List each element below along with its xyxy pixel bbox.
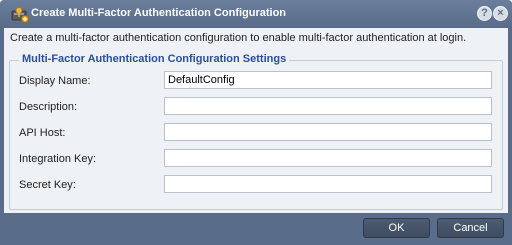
secret-key-input[interactable]: [164, 175, 492, 193]
key-config-icon: [11, 7, 29, 23]
help-button[interactable]: ?: [477, 6, 492, 21]
description-input[interactable]: [164, 97, 492, 115]
display-name-label: Display Name:: [19, 75, 91, 87]
settings-legend: Multi-Factor Authentication Configuratio…: [19, 53, 290, 65]
dialog-footer: OK Cancel: [0, 213, 512, 245]
display-name-input[interactable]: [164, 71, 492, 89]
integration-key-input[interactable]: [164, 149, 492, 167]
cancel-button[interactable]: Cancel: [437, 218, 504, 238]
description-label: Description:: [19, 101, 78, 113]
api-host-label: API Host:: [19, 127, 66, 139]
close-button[interactable]: ×: [493, 6, 508, 21]
secret-key-label: Secret Key:: [19, 179, 76, 191]
ok-button[interactable]: OK: [363, 218, 430, 238]
dialog-description: Create a multi-factor authentication con…: [10, 32, 467, 44]
dialog-body: Create a multi-factor authentication con…: [4, 28, 508, 213]
mfa-config-dialog: Create Multi-Factor Authentication Confi…: [0, 0, 512, 245]
integration-key-label: Integration Key:: [19, 153, 97, 165]
dialog-title: Create Multi-Factor Authentication Confi…: [31, 7, 287, 19]
settings-fieldset: Multi-Factor Authentication Configuratio…: [9, 53, 503, 210]
api-host-input[interactable]: [164, 123, 492, 141]
dialog-titlebar[interactable]: Create Multi-Factor Authentication Confi…: [0, 0, 512, 28]
